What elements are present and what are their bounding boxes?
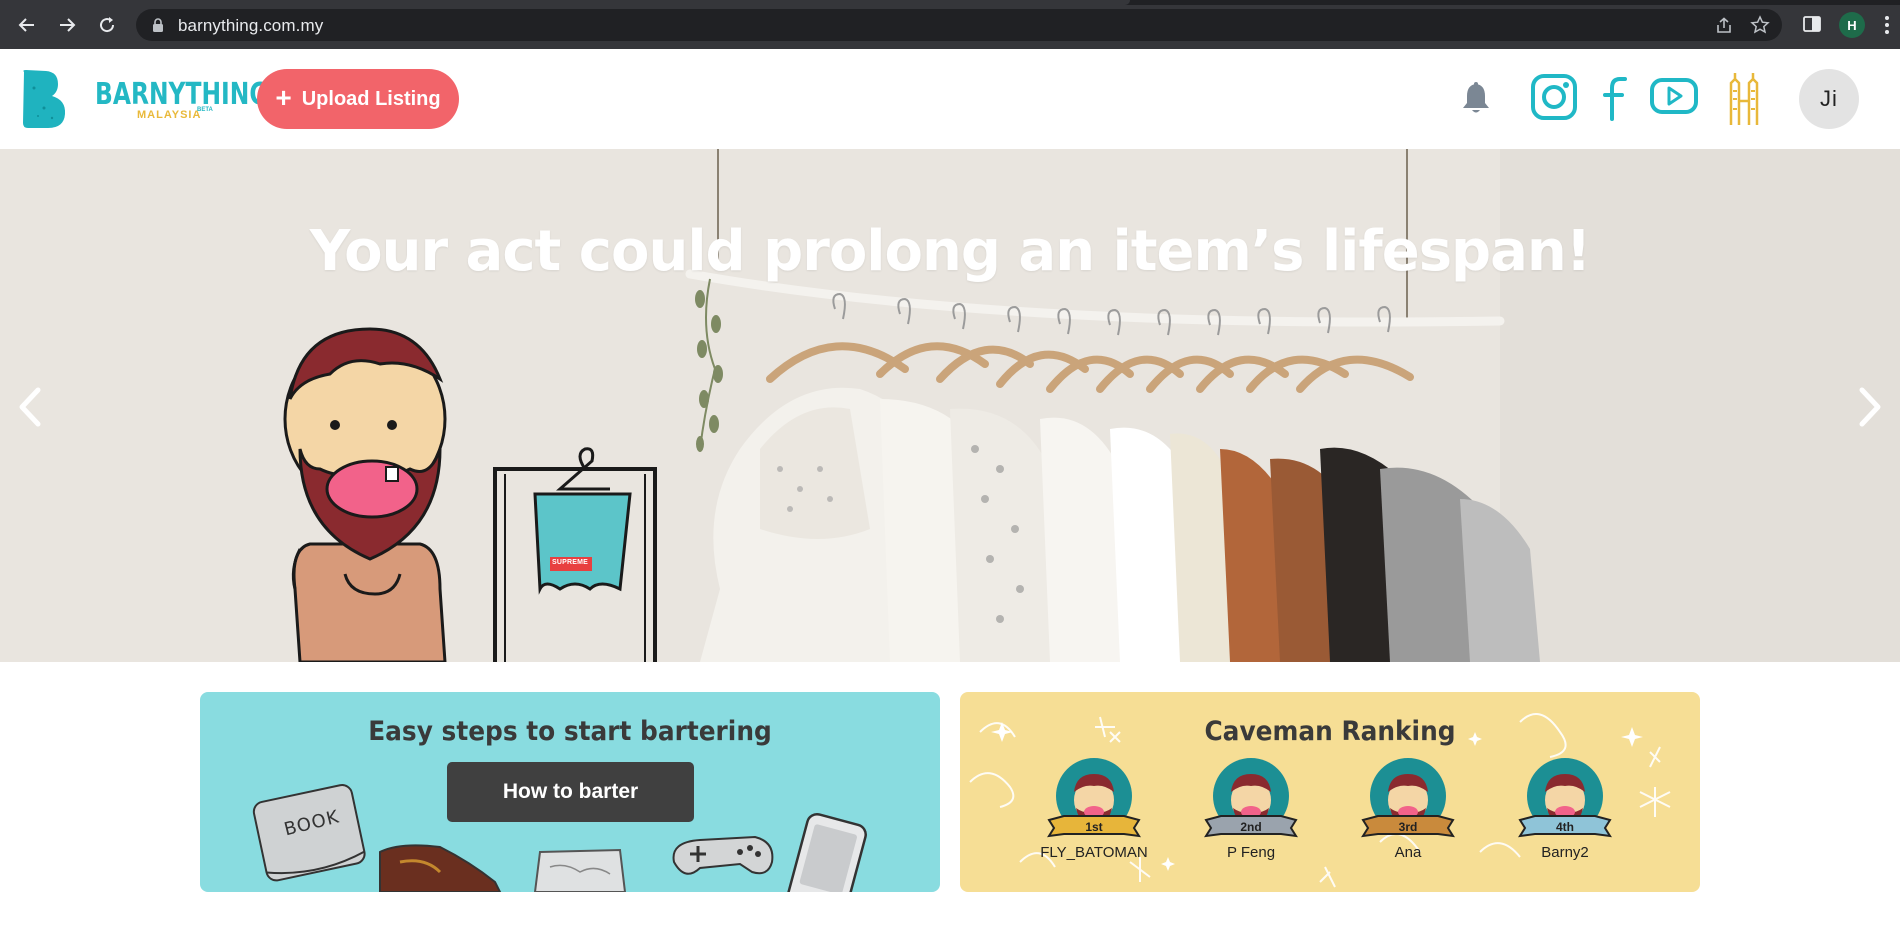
address-bar[interactable]: barnything.com.my: [136, 9, 1782, 41]
petronas-towers-icon[interactable]: [1726, 71, 1762, 127]
logo-word: BARNYTHING: [95, 77, 269, 112]
share-icon[interactable]: [1714, 16, 1734, 36]
how-to-barter-card[interactable]: BOOK Easy steps to start bartering How t…: [200, 692, 940, 892]
facebook-icon[interactable]: [1600, 73, 1630, 121]
barnything-logo-mark[interactable]: [20, 68, 68, 130]
rank-name[interactable]: Barny2: [1505, 844, 1625, 861]
barnything-logo-wordmark[interactable]: BARNYTHING MALAYSIA BETA: [95, 77, 269, 121]
ranking-title: Caveman Ranking: [1204, 716, 1456, 747]
active-tab-edge[interactable]: [0, 0, 1130, 5]
carousel-next-arrow-icon[interactable]: [1852, 384, 1888, 430]
caveman-mascot: [283, 327, 447, 662]
notification-bell-icon[interactable]: [1461, 81, 1491, 115]
browser-menu-icon[interactable]: [1884, 14, 1890, 36]
rank-place: 4th: [1556, 820, 1574, 834]
side-panel-icon[interactable]: [1802, 14, 1822, 34]
bookmark-star-icon[interactable]: [1750, 15, 1770, 35]
browser-profile-avatar[interactable]: H: [1839, 12, 1865, 38]
rank-entry-1[interactable]: 1st FLY_BATOMAN: [1034, 756, 1154, 861]
logo-beta: BETA: [197, 107, 213, 113]
rank-place: 1st: [1085, 820, 1103, 834]
rank-entry-3[interactable]: 3rd Ana: [1348, 756, 1468, 861]
rank-name[interactable]: P Feng: [1191, 844, 1311, 861]
hero-carousel: SUPREME Your act could prolong an item’s…: [0, 149, 1900, 662]
rank-place: 3rd: [1398, 820, 1418, 834]
rank-place: 2nd: [1240, 820, 1262, 834]
logo-sub: MALAYSIA: [137, 109, 202, 121]
url-text[interactable]: barnything.com.my: [178, 16, 323, 36]
site-header: BARNYTHING MALAYSIA BETA + Upload Listin…: [0, 49, 1900, 149]
rank-entry-4[interactable]: 4th Barny2: [1505, 756, 1625, 861]
howto-title: Easy steps to start bartering: [368, 716, 772, 747]
forward-icon[interactable]: [54, 12, 80, 38]
hero-headline: Your act could prolong an item’s lifespa…: [309, 219, 1592, 284]
caveman-ranking-card[interactable]: Caveman Ranking 1st FLY_BATOMAN 2nd P Fe…: [960, 692, 1700, 892]
youtube-icon[interactable]: [1649, 77, 1699, 115]
upload-listing-label: Upload Listing: [301, 87, 441, 110]
plus-icon: +: [275, 82, 292, 113]
instagram-icon[interactable]: [1530, 73, 1578, 121]
shirt-tag: SUPREME: [552, 559, 589, 566]
rank-name[interactable]: FLY_BATOMAN: [1034, 844, 1154, 861]
back-icon[interactable]: [14, 12, 40, 38]
rank-name[interactable]: Ana: [1348, 844, 1468, 861]
lock-icon[interactable]: [152, 18, 164, 32]
tab-strip: [0, 0, 1900, 5]
reload-icon[interactable]: [94, 12, 120, 38]
rank-entry-2[interactable]: 2nd P Feng: [1191, 756, 1311, 861]
upload-listing-button[interactable]: + Upload Listing: [257, 69, 459, 129]
how-to-barter-button[interactable]: How to barter: [447, 762, 694, 822]
user-avatar[interactable]: Ji: [1799, 69, 1859, 129]
carousel-prev-arrow-icon[interactable]: [12, 384, 48, 430]
browser-toolbar: barnything.com.my H: [0, 0, 1900, 49]
